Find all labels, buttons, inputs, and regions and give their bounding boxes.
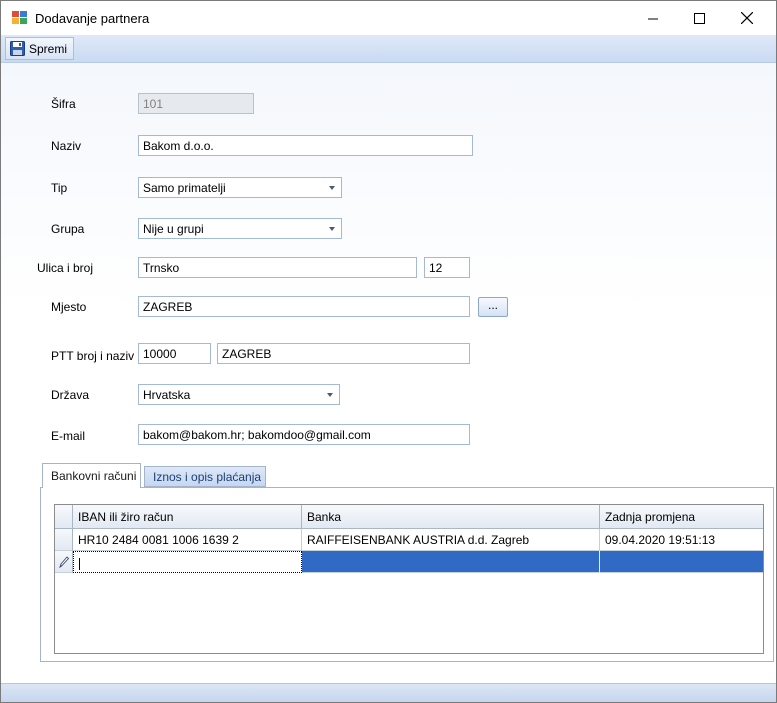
chevron-down-icon	[327, 393, 333, 397]
chevron-down-icon	[329, 186, 335, 190]
ptt-name-field[interactable]: ZAGREB	[217, 343, 470, 364]
column-header-zadnja-promjena[interactable]: Zadnja promjena	[600, 505, 763, 529]
maximize-button[interactable]	[676, 1, 722, 35]
text-caret	[79, 557, 80, 570]
grupa-combo[interactable]: Nije u grupi	[138, 218, 342, 239]
partner-dialog-window: Dodavanje partnera Spremi Šifra 101 Nazi…	[0, 0, 777, 703]
tip-value: Samo primatelji	[143, 181, 226, 195]
new-iban-input[interactable]	[73, 551, 302, 573]
browse-mjesto-button[interactable]: ...	[478, 297, 508, 317]
tip-combo[interactable]: Samo primatelji	[138, 177, 342, 198]
floppy-disk-icon	[10, 41, 25, 56]
toolbar: Spremi	[1, 35, 776, 63]
new-banka-cell[interactable]	[302, 551, 600, 573]
close-button[interactable]	[724, 1, 770, 35]
save-button-label: Spremi	[29, 41, 68, 56]
row-header-editing[interactable]	[55, 551, 73, 573]
sifra-label: Šifra	[51, 97, 76, 111]
tab-iznos-opis-placanja[interactable]: Iznos i opis plaćanja	[144, 466, 266, 487]
grid-header: IBAN ili žiro račun Banka Zadnja promjen…	[55, 505, 763, 529]
drzava-combo[interactable]: Hrvatska	[138, 384, 340, 405]
ptt-code-field[interactable]: 10000	[138, 343, 211, 364]
app-icon	[12, 11, 28, 25]
kucni-broj-field[interactable]: 12	[424, 257, 470, 278]
close-icon	[741, 12, 753, 24]
grupa-label: Grupa	[51, 222, 85, 236]
drzava-label: Država	[51, 388, 90, 402]
naziv-label: Naziv	[51, 139, 82, 153]
grupa-value: Nije u grupi	[143, 222, 204, 236]
minimize-icon	[647, 18, 658, 19]
email-label: E-mail	[51, 429, 86, 443]
drzava-value: Hrvatska	[143, 388, 191, 402]
bank-accounts-grid[interactable]: IBAN ili žiro račun Banka Zadnja promjen…	[54, 504, 764, 654]
maximize-icon	[693, 12, 705, 24]
cell-zadnja-promjena[interactable]: 09.04.2020 19:51:13	[600, 529, 763, 551]
new-row[interactable]	[55, 551, 763, 573]
grid-corner	[55, 505, 73, 529]
mjesto-field[interactable]: ZAGREB	[138, 296, 470, 317]
mjesto-label: Mjesto	[51, 300, 87, 314]
tab-panel-bankovni-racuni: IBAN ili žiro račun Banka Zadnja promjen…	[40, 487, 774, 662]
status-bar	[1, 683, 776, 702]
column-header-iban[interactable]: IBAN ili žiro račun	[73, 505, 302, 529]
tab-bankovni-racuni[interactable]: Bankovni računi	[42, 463, 141, 488]
tip-label: Tip	[51, 181, 68, 195]
new-zadnja-promjena-cell[interactable]	[600, 551, 763, 573]
form-area: Šifra 101 Naziv Bakom d.o.o. Tip Samo pr…	[1, 63, 776, 683]
minimize-button[interactable]	[630, 1, 676, 35]
naziv-field[interactable]: Bakom d.o.o.	[138, 135, 473, 156]
email-field[interactable]: bakom@bakom.hr; bakomdoo@gmail.com	[138, 424, 470, 445]
cell-iban[interactable]: HR10 2484 0081 1006 1639 2	[73, 529, 302, 551]
row-header[interactable]	[55, 529, 73, 551]
save-button[interactable]: Spremi	[5, 37, 75, 60]
window-title: Dodavanje partnera	[35, 11, 150, 26]
column-header-banka[interactable]: Banka	[302, 505, 600, 529]
table-row[interactable]: HR10 2484 0081 1006 1639 2 RAIFFEISENBAN…	[55, 529, 763, 551]
cell-banka[interactable]: RAIFFEISENBANK AUSTRIA d.d. Zagreb	[302, 529, 600, 551]
ptt-label: PTT broj i naziv	[51, 349, 135, 363]
ulica-label: Ulica i broj	[37, 261, 94, 275]
chevron-down-icon	[329, 227, 335, 231]
pencil-icon	[59, 556, 70, 569]
sifra-field: 101	[138, 93, 254, 114]
title-bar: Dodavanje partnera	[1, 1, 776, 35]
ulica-field[interactable]: Trnsko	[138, 257, 417, 278]
